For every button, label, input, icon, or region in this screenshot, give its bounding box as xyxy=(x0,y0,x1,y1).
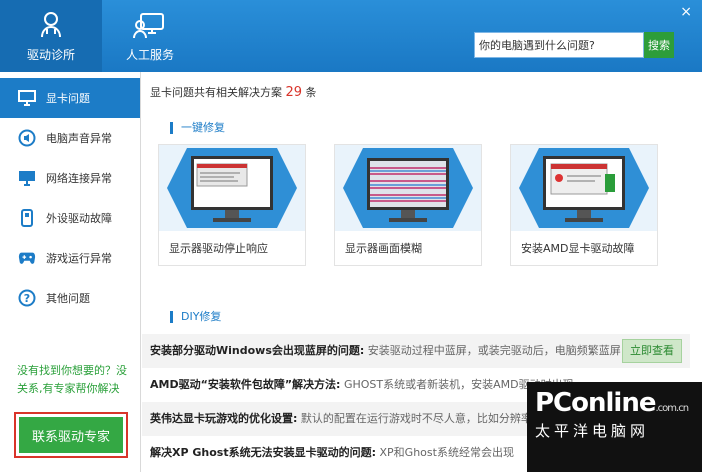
card-thumbnail xyxy=(511,145,657,231)
card-label: 安装AMD显卡驱动故障 xyxy=(521,242,635,255)
one-click-title: 一键修复 xyxy=(170,122,225,134)
tab-human-service-label: 人工服务 xyxy=(125,47,174,62)
summary-line: 显卡问题共有相关解决方案 29 条 xyxy=(150,84,317,100)
card-thumbnail xyxy=(159,145,305,231)
watermark-domain: .com.cn xyxy=(655,403,689,414)
gamepad-icon xyxy=(18,249,36,267)
sidebar-item-label: 网络连接异常 xyxy=(46,172,112,185)
sidebar-item-label: 电脑声音异常 xyxy=(46,132,112,145)
diy-answer: 安装驱动过程中蓝屏，或装完驱动后，电脑频繁蓝屏 xyxy=(367,344,621,357)
diy-question: AMD驱动“安装软件包故障”解决方法: xyxy=(150,378,341,391)
fix-card-blurry-display[interactable]: 显示器画面模糊 xyxy=(334,144,482,266)
network-icon xyxy=(18,169,36,187)
usb-icon xyxy=(18,209,36,227)
sidebar-item-network[interactable]: 网络连接异常 xyxy=(0,158,140,198)
watermark-brand: PConline xyxy=(535,388,656,418)
search-box: 搜索 xyxy=(474,32,674,58)
fix-card-driver-stopped[interactable]: 显示器驱动停止响应 xyxy=(158,144,306,266)
monitor-icon xyxy=(18,89,36,107)
sidebar-item-game[interactable]: 游戏运行异常 xyxy=(0,238,140,278)
tab-human-service[interactable]: 人工服务 xyxy=(102,0,198,72)
card-label: 显示器画面模糊 xyxy=(345,242,422,255)
sidebar-item-sound[interactable]: 电脑声音异常 xyxy=(0,118,140,158)
watermark-cn: 太平洋电脑网 xyxy=(535,422,650,440)
svg-text:?: ? xyxy=(24,292,30,305)
sidebar-item-label: 其他问题 xyxy=(46,292,90,305)
card-label: 显示器驱动停止响应 xyxy=(169,242,268,255)
stethoscope-icon xyxy=(33,10,69,40)
tab-driver-clinic-label: 驱动诊所 xyxy=(26,47,75,62)
sidebar: 显卡问题 电脑声音异常 网络连接异常 外设驱动故障 游戏运行异常 ? 其他问题 … xyxy=(0,72,141,472)
contact-expert-button[interactable]: 联系驱动专家 xyxy=(19,417,123,453)
view-now-button[interactable]: 立即查看 xyxy=(622,339,682,363)
card-thumbnail xyxy=(335,145,481,231)
tab-driver-clinic[interactable]: 驱动诊所 xyxy=(0,0,102,72)
diy-answer: XP和Ghost系统经常会出现 xyxy=(379,446,514,459)
sidebar-item-label: 游戏运行异常 xyxy=(46,252,112,265)
summary-suffix: 条 xyxy=(305,86,317,99)
sidebar-item-label: 外设驱动故障 xyxy=(46,212,112,225)
close-icon[interactable]: × xyxy=(680,4,692,20)
diy-question: 安装部分驱动Windows会出现蓝屏的问题: xyxy=(150,344,365,357)
diy-answer: 默认的配置在运行游戏时不尽人意，比如分辨率设置 xyxy=(300,412,554,425)
diy-question: 解决XP Ghost系统无法安装显卡驱动的问题: xyxy=(150,446,376,459)
sidebar-item-other[interactable]: ? 其他问题 xyxy=(0,278,140,318)
diy-question: 英伟达显卡玩游戏的优化设置: xyxy=(150,412,298,425)
pconline-watermark: PConline.com.cn 太平洋电脑网 xyxy=(527,382,702,472)
sidebar-item-peripheral[interactable]: 外设驱动故障 xyxy=(0,198,140,238)
help-text: 没有找到你想要的？没关系,有专家帮你解决 xyxy=(17,364,127,395)
speaker-icon xyxy=(18,129,36,147)
search-button[interactable]: 搜索 xyxy=(644,32,674,58)
contact-frame: 联系驱动专家 xyxy=(14,412,128,458)
fix-card-amd-install[interactable]: 安装AMD显卡驱动故障 xyxy=(510,144,658,266)
diy-title: DIY修复 xyxy=(170,311,221,323)
search-input[interactable] xyxy=(474,32,644,58)
top-bar: 驱动诊所 人工服务 × 搜索 xyxy=(0,0,702,72)
summary-prefix: 显卡问题共有相关解决方案 xyxy=(150,86,282,99)
question-icon: ? xyxy=(18,289,36,307)
service-icon xyxy=(132,10,168,40)
sidebar-item-label: 显卡问题 xyxy=(46,92,90,105)
summary-count: 29 xyxy=(285,85,303,100)
sidebar-item-graphics-card[interactable]: 显卡问题 xyxy=(0,78,140,118)
diy-row[interactable]: 安装部分驱动Windows会出现蓝屏的问题: 安装驱动过程中蓝屏，或装完驱动后，… xyxy=(142,334,690,368)
